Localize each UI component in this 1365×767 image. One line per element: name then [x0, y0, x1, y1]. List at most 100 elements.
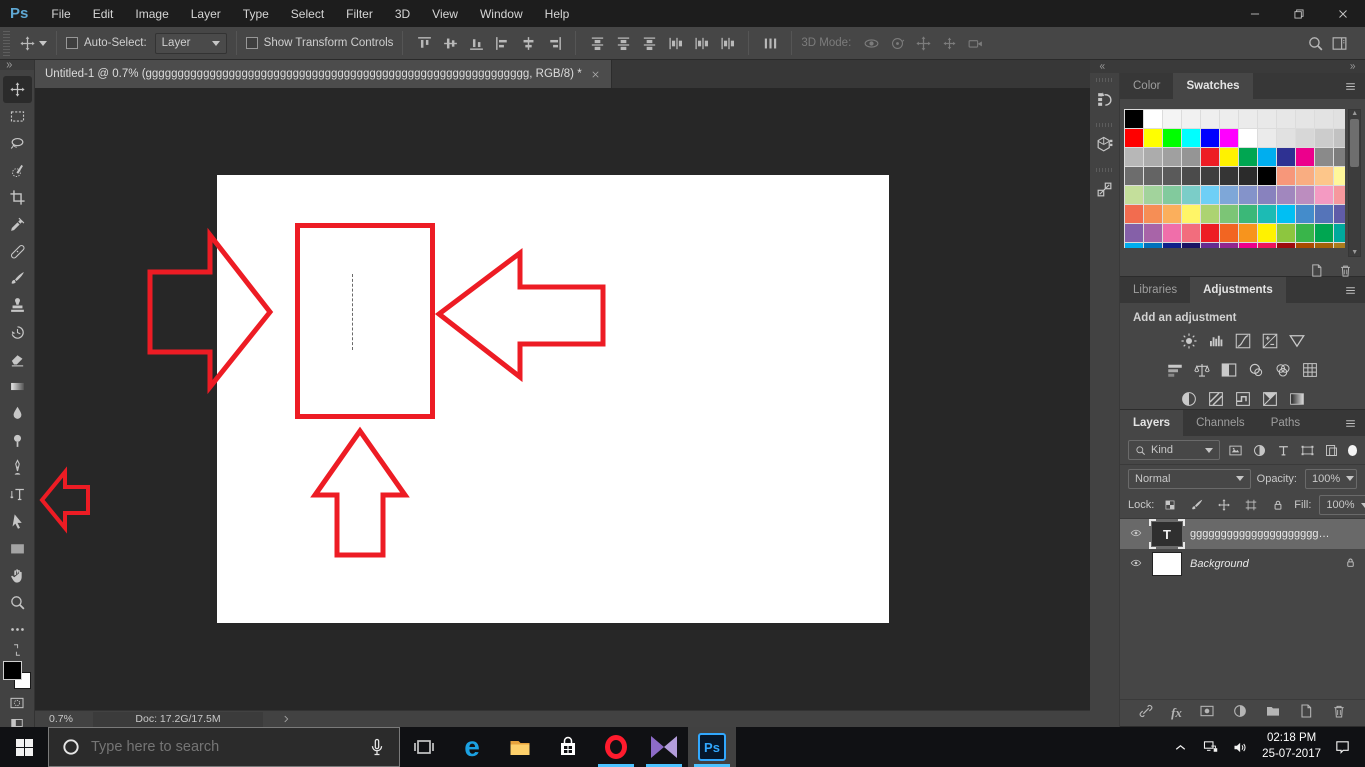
color-swatch[interactable]: [1258, 186, 1276, 204]
layers-new-item-button[interactable]: [1298, 703, 1314, 724]
color-swatch[interactable]: [1239, 148, 1257, 166]
align-horizontal-centers-button[interactable]: [516, 31, 540, 55]
task-view-button[interactable]: [400, 727, 448, 767]
color-swatch[interactable]: [1201, 129, 1219, 147]
color-swatch[interactable]: [1220, 110, 1238, 128]
volume-icon[interactable]: [1232, 739, 1249, 756]
tab-swatches[interactable]: Swatches: [1173, 73, 1253, 99]
color-swatch[interactable]: [1277, 167, 1295, 185]
foreground-color-swatch[interactable]: [3, 661, 22, 680]
workspace-button[interactable]: [1327, 31, 1351, 55]
filter-toggle-switch[interactable]: [1347, 444, 1357, 456]
color-swatch[interactable]: [1144, 110, 1162, 128]
color-swatch[interactable]: [1125, 167, 1143, 185]
color-swatch[interactable]: [1239, 167, 1257, 185]
color-swatch[interactable]: [1277, 186, 1295, 204]
color-swatch[interactable]: [1296, 186, 1314, 204]
show-transform-checkbox[interactable]: [245, 37, 258, 49]
color-swatch[interactable]: [1334, 205, 1346, 223]
distribute-right-edges-button[interactable]: [715, 31, 739, 55]
color-swatch[interactable]: [1334, 167, 1346, 185]
color-swatch[interactable]: [1334, 243, 1346, 248]
color-swatch[interactable]: [1182, 110, 1200, 128]
blur-tool[interactable]: [3, 400, 32, 427]
color-swatch[interactable]: [1163, 110, 1181, 128]
color-swatch[interactable]: [1334, 129, 1346, 147]
menu-3d[interactable]: 3D: [384, 0, 421, 27]
color-swatch[interactable]: [1163, 167, 1181, 185]
levels-button[interactable]: [1207, 332, 1225, 355]
color-swatch[interactable]: [1315, 205, 1333, 223]
menu-filter[interactable]: Filter: [335, 0, 384, 27]
pixel-filter-button[interactable]: [1226, 441, 1246, 459]
scroll-up-icon[interactable]: ▲: [1351, 110, 1358, 117]
menu-image[interactable]: Image: [124, 0, 179, 27]
close-button[interactable]: [1321, 0, 1365, 27]
distribute-top-edges-button[interactable]: [585, 31, 609, 55]
color-swatch[interactable]: [1182, 148, 1200, 166]
shape-filter-button[interactable]: [1298, 441, 1318, 459]
color-swatch[interactable]: [1182, 205, 1200, 223]
menu-window[interactable]: Window: [469, 0, 534, 27]
layer-row-background[interactable]: Background: [1120, 549, 1365, 579]
vibrance-button[interactable]: [1288, 332, 1306, 355]
transparency-lock-button[interactable]: [1160, 496, 1180, 514]
hidden-icons-chevron[interactable]: [1172, 739, 1189, 756]
color-swatch[interactable]: [1277, 224, 1295, 242]
clone-stamp-tool[interactable]: [3, 292, 32, 319]
brush-tool[interactable]: [3, 265, 32, 292]
quick-mask-icon[interactable]: [8, 695, 26, 711]
gradient-tool[interactable]: [3, 373, 32, 400]
color-swatch[interactable]: [1144, 129, 1162, 147]
distribute-spacing-button[interactable]: [758, 31, 782, 55]
layer-filter-kind-dropdown[interactable]: Kind: [1128, 440, 1220, 460]
color-swatch[interactable]: [1296, 167, 1314, 185]
swap-colors-icon[interactable]: [10, 643, 24, 657]
taskbar-app-store[interactable]: [544, 727, 592, 767]
scroll-thumb[interactable]: [1350, 119, 1360, 167]
color-swatch[interactable]: [1315, 167, 1333, 185]
layers-menu-icon[interactable]: [1344, 417, 1357, 430]
search-input[interactable]: [91, 739, 357, 755]
layers-layer-mask-button[interactable]: [1199, 703, 1215, 724]
tab-channels[interactable]: Channels: [1183, 410, 1258, 436]
swatches-menu-icon[interactable]: [1344, 80, 1357, 93]
color-swatch[interactable]: [1239, 186, 1257, 204]
brightness-contrast-button[interactable]: [1180, 332, 1198, 355]
align-bottom-edges-button[interactable]: [464, 31, 488, 55]
scroll-down-icon[interactable]: ▼: [1351, 249, 1358, 256]
path-selection-tool[interactable]: [3, 508, 32, 535]
history-panel-button[interactable]: [1092, 86, 1118, 112]
color-balance-button[interactable]: [1193, 361, 1211, 384]
action-center-icon[interactable]: [1334, 739, 1351, 756]
color-swatch[interactable]: [1144, 186, 1162, 204]
color-swatch[interactable]: [1277, 243, 1295, 248]
layers-adjustment-layer-button[interactable]: [1232, 703, 1248, 724]
distribute-left-edges-button[interactable]: [663, 31, 687, 55]
color-swatch[interactable]: [1258, 110, 1276, 128]
color-swatch[interactable]: [1315, 110, 1333, 128]
color-swatch[interactable]: [1296, 129, 1314, 147]
taskbar-search[interactable]: [48, 727, 400, 767]
color-swatch[interactable]: [1258, 243, 1276, 248]
menu-type[interactable]: Type: [232, 0, 280, 27]
hue-saturation-button[interactable]: [1166, 361, 1184, 384]
layers-link-button[interactable]: [1138, 703, 1154, 724]
eyedropper-tool[interactable]: [3, 211, 32, 238]
color-swatch[interactable]: [1144, 243, 1162, 248]
color-lookup-button[interactable]: [1301, 361, 1319, 384]
properties-panel-button[interactable]: [1092, 131, 1118, 157]
tab-adjustments[interactable]: Adjustments: [1190, 277, 1286, 303]
color-swatch[interactable]: [1220, 148, 1238, 166]
color-swatch[interactable]: [1334, 110, 1346, 128]
align-left-edges-button[interactable]: [490, 31, 514, 55]
blend-mode-dropdown[interactable]: Normal: [1128, 468, 1251, 489]
menu-edit[interactable]: Edit: [82, 0, 125, 27]
swatches-scrollbar[interactable]: ▲ ▼: [1348, 109, 1361, 257]
curves-button[interactable]: [1234, 332, 1252, 355]
align-right-edges-button[interactable]: [542, 31, 566, 55]
color-swatch[interactable]: [1258, 224, 1276, 242]
photo-filter-button[interactable]: [1247, 361, 1265, 384]
opacity-dropdown[interactable]: 100%: [1305, 468, 1357, 489]
color-swatch[interactable]: [1182, 224, 1200, 242]
